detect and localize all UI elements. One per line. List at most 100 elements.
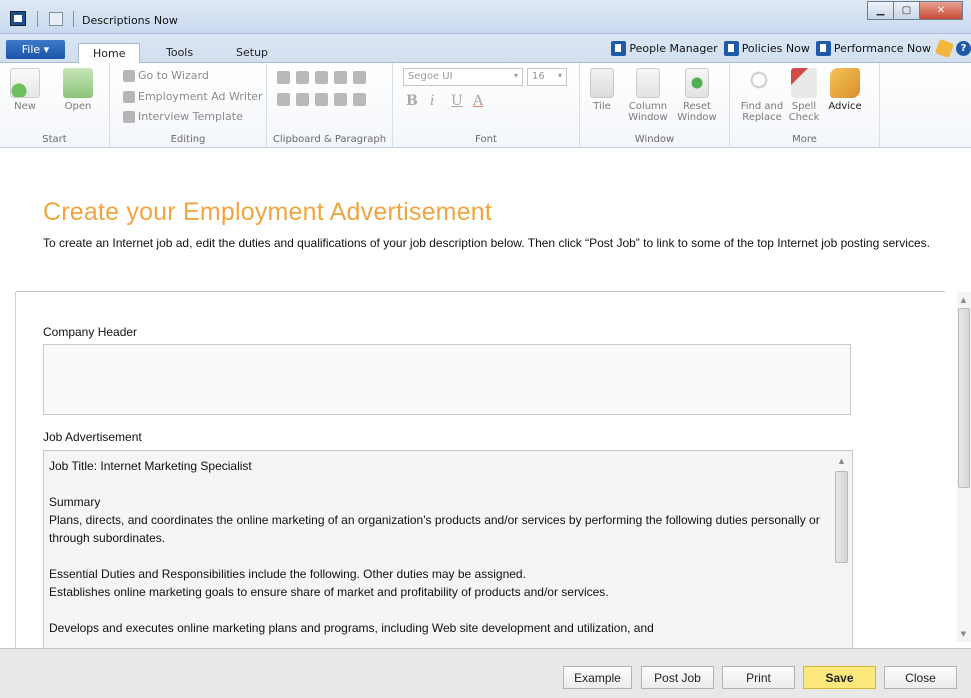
tab-home[interactable]: Home xyxy=(78,43,141,64)
company-header-label: Company Header xyxy=(43,325,138,339)
example-button[interactable]: Example xyxy=(563,666,632,689)
job-ad-label: Job Advertisement xyxy=(43,430,142,444)
people-manager-link[interactable]: People Manager xyxy=(611,41,718,56)
page-description: To create an Internet job ad, edit the d… xyxy=(43,236,930,250)
align-right-icon[interactable] xyxy=(315,93,328,106)
policies-now-link[interactable]: Policies Now xyxy=(723,41,810,56)
ribbon-tabs: File ▾ Home Tools Setup People Manager P… xyxy=(0,34,971,64)
performance-now-label: Performance Now xyxy=(833,42,931,55)
policies-now-icon xyxy=(723,41,739,56)
page-scroll-thumb[interactable] xyxy=(958,308,970,488)
group-clipboard: Clipboard & Paragraph xyxy=(267,63,393,148)
new-document-icon xyxy=(10,68,40,98)
separator xyxy=(73,11,74,27)
window-title: Descriptions Now xyxy=(82,14,178,27)
window-controls: ▁ ▢ ✕ xyxy=(867,1,963,20)
group-label-start: Start xyxy=(42,134,67,145)
main-content: Create your Employment Advertisement To … xyxy=(0,148,971,648)
paste-icon[interactable] xyxy=(277,71,290,84)
spell-check-label: Spell Check xyxy=(788,101,820,123)
template-icon xyxy=(123,110,135,123)
scroll-down-icon[interactable]: ▼ xyxy=(957,628,970,640)
job-ad-line: Plans, directs, and coordinates the onli… xyxy=(49,513,820,545)
spell-check-button[interactable]: Spell Check xyxy=(788,68,820,123)
app-icon[interactable] xyxy=(10,11,26,26)
advice-button[interactable]: Advice xyxy=(826,68,864,112)
help-icon[interactable]: ? xyxy=(956,41,971,56)
policies-now-label: Policies Now xyxy=(741,42,810,55)
font-size-select[interactable]: 16 ▾ xyxy=(527,68,567,86)
ribbon-groups: New Open Start Go to Wizard Employment A… xyxy=(0,63,971,148)
column-window-label: Column Window xyxy=(628,101,668,123)
tile-button[interactable]: Tile xyxy=(590,68,614,112)
font-color-button[interactable]: A xyxy=(473,93,483,109)
group-label-font: Font xyxy=(475,134,497,145)
tab-tools[interactable]: Tools xyxy=(152,43,207,63)
advice-shortcut-icon[interactable] xyxy=(934,38,955,59)
interview-template-button[interactable]: Interview Template xyxy=(123,110,243,123)
outdent-icon[interactable] xyxy=(334,93,347,106)
align-center-icon[interactable] xyxy=(296,93,309,106)
maximize-button[interactable]: ▢ xyxy=(893,1,920,20)
bold-button[interactable]: B xyxy=(406,93,418,109)
group-editing: Go to Wizard Employment Ad Writer Interv… xyxy=(110,63,267,148)
divider xyxy=(16,291,945,292)
performance-now-icon xyxy=(815,41,831,56)
column-window-button[interactable]: Column Window xyxy=(627,68,669,123)
undo-icon[interactable] xyxy=(334,71,347,84)
underline-button[interactable]: U xyxy=(451,93,463,109)
job-ad-field[interactable]: Job Title: Internet Marketing Specialist… xyxy=(43,450,853,648)
font-name-value: Segoe UI xyxy=(408,71,453,82)
magnifier-icon xyxy=(747,68,777,98)
tile-icon xyxy=(590,68,614,98)
job-ad-scrollbar[interactable]: ▲ xyxy=(835,455,848,648)
group-font: Segoe UI ▾ 16 ▾ B i U A Font xyxy=(393,63,580,148)
job-ad-text: Job Title: Internet Marketing Specialist… xyxy=(49,457,829,637)
minimize-button[interactable]: ▁ xyxy=(867,1,894,20)
open-label: Open xyxy=(64,101,92,112)
new-button[interactable]: New xyxy=(10,68,40,112)
employment-ad-writer-button[interactable]: Employment Ad Writer xyxy=(123,90,263,103)
page-scrollbar[interactable]: ▲ ▼ xyxy=(957,292,971,642)
reset-window-button[interactable]: Reset Window xyxy=(676,68,718,123)
italic-button[interactable]: i xyxy=(430,93,434,109)
redo-icon[interactable] xyxy=(353,71,366,84)
group-start: New Open Start xyxy=(0,63,110,148)
tile-label: Tile xyxy=(593,101,611,112)
reset-window-icon xyxy=(685,68,709,98)
scroll-thumb[interactable] xyxy=(835,471,848,563)
performance-now-link[interactable]: Performance Now xyxy=(815,41,931,56)
advice-icon xyxy=(830,68,860,98)
save-button[interactable]: Save xyxy=(803,666,876,689)
find-replace-button[interactable]: Find and Replace xyxy=(740,68,784,123)
panel-border xyxy=(15,292,16,648)
company-header-field[interactable] xyxy=(43,344,851,415)
close-button[interactable]: Close xyxy=(884,666,957,689)
column-window-icon xyxy=(636,68,660,98)
scroll-up-icon[interactable]: ▲ xyxy=(835,455,848,467)
page-title: Create your Employment Advertisement xyxy=(43,198,493,226)
group-label-more: More xyxy=(792,134,817,145)
job-ad-line: Essential Duties and Responsibilities in… xyxy=(49,567,526,581)
align-left-icon[interactable] xyxy=(277,93,290,106)
font-name-select[interactable]: Segoe UI ▾ xyxy=(403,68,523,86)
tab-setup[interactable]: Setup xyxy=(222,43,282,63)
scroll-up-icon[interactable]: ▲ xyxy=(957,294,970,306)
go-to-wizard-label: Go to Wizard xyxy=(138,69,209,82)
close-window-button[interactable]: ✕ xyxy=(919,1,963,20)
find-replace-label: Find and Replace xyxy=(740,101,784,123)
go-to-wizard-button[interactable]: Go to Wizard xyxy=(123,69,209,82)
group-label-editing: Editing xyxy=(170,134,206,145)
cut-icon[interactable] xyxy=(296,71,309,84)
quick-access-icon[interactable] xyxy=(49,12,63,26)
ribbon: File ▾ Home Tools Setup People Manager P… xyxy=(0,34,971,148)
job-ad-line: Develops and executes online marketing p… xyxy=(49,621,654,635)
post-job-button[interactable]: Post Job xyxy=(641,666,714,689)
indent-icon[interactable] xyxy=(353,93,366,106)
file-tab[interactable]: File ▾ xyxy=(6,40,65,59)
chevron-down-icon: ▾ xyxy=(557,71,562,80)
font-size-value: 16 xyxy=(532,71,545,82)
copy-icon[interactable] xyxy=(315,71,328,84)
print-button[interactable]: Print xyxy=(722,666,795,689)
open-button[interactable]: Open xyxy=(63,68,93,112)
